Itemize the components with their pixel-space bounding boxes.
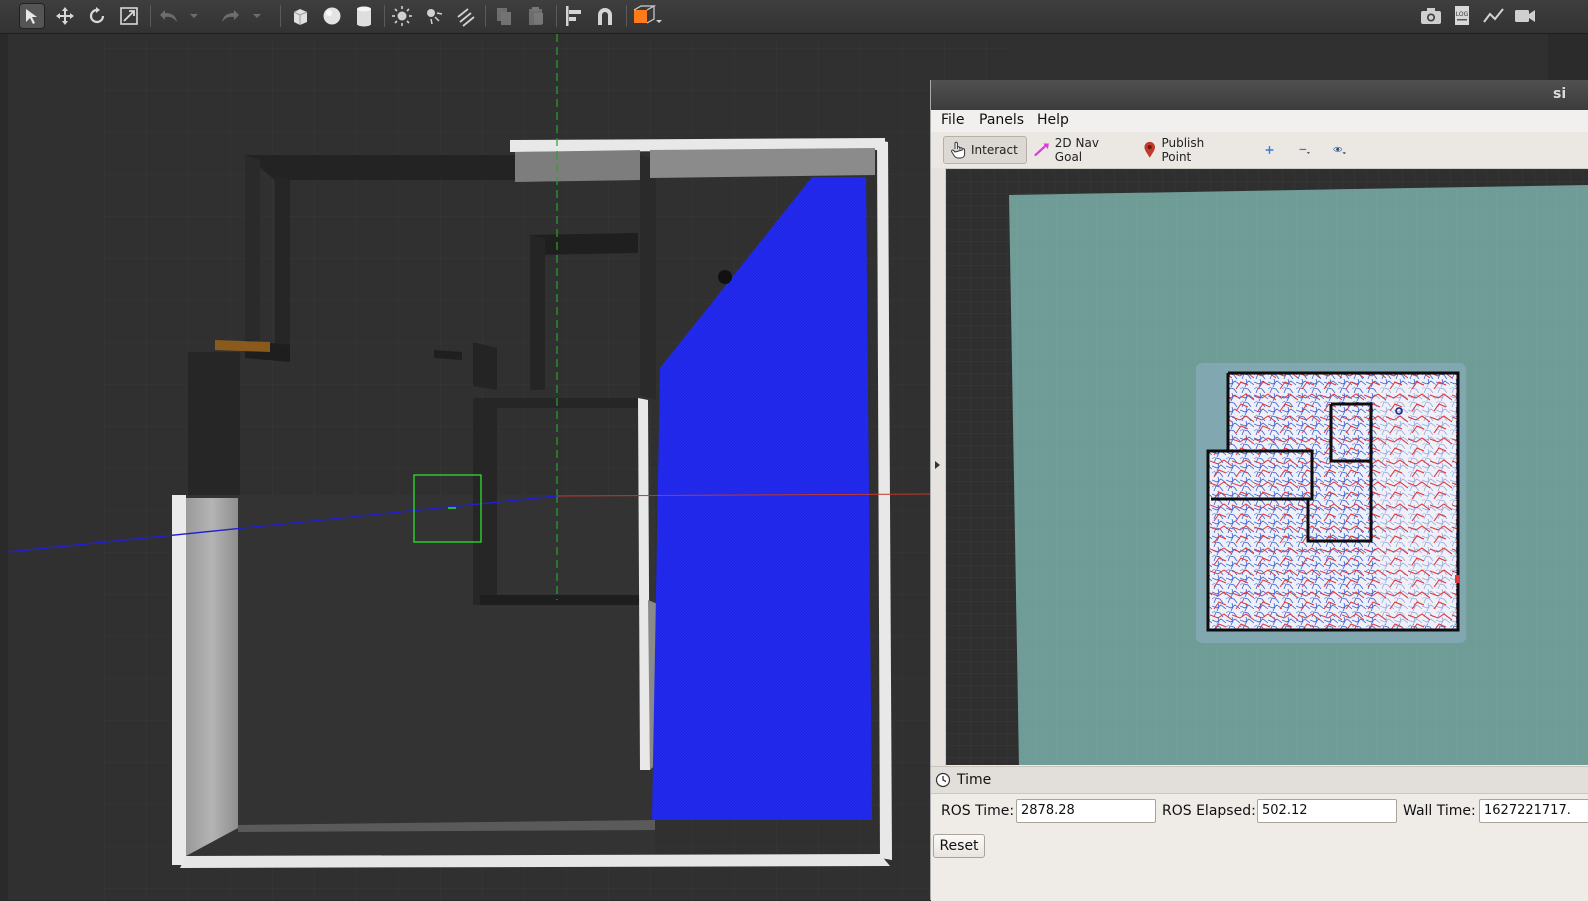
gazebo-toolbar: LOG (0, 0, 1588, 34)
translate-mode-icon[interactable] (52, 3, 78, 29)
menu-panels[interactable]: Panels (979, 112, 1024, 128)
directional-light-icon[interactable] (452, 3, 478, 29)
record-video-icon[interactable] (1512, 3, 1538, 29)
menu-help[interactable]: Help (1037, 112, 1069, 128)
hand-pointer-icon (951, 141, 966, 159)
select-mode-icon[interactable] (19, 3, 45, 29)
change-view-icon[interactable] (631, 3, 665, 29)
time-panel-header: Time (931, 767, 1588, 794)
time-panel-title: Time (957, 772, 992, 788)
spot-light-icon[interactable] (421, 3, 447, 29)
map-pin-icon (1144, 141, 1156, 158)
undo-history-chevron-icon[interactable] (186, 3, 202, 29)
ros-elapsed-field[interactable]: 502.12 (1257, 799, 1397, 823)
svg-text:LOG: LOG (1456, 11, 1469, 18)
wall-time-field[interactable]: 1627221717. (1479, 799, 1588, 823)
rviz-title-bar[interactable]: si (931, 80, 1588, 110)
wall-time-label: Wall Time: (1403, 803, 1476, 819)
rviz-map-view[interactable] (946, 169, 1588, 765)
reset-button[interactable]: Reset (933, 834, 985, 858)
tools-bar: Interact 2D Nav Goal Publish Point (931, 132, 1588, 169)
publish-point-label: Publish Point (1161, 136, 1205, 164)
snap-magnet-icon[interactable] (592, 3, 618, 29)
menu-file[interactable]: File (941, 112, 964, 128)
costmap-overlay (1208, 373, 1458, 630)
publish-point-tool-button[interactable]: Publish Point (1137, 136, 1241, 164)
ros-time-field[interactable]: 2878.28 (1016, 799, 1156, 823)
ros-time-label: ROS Time: (941, 803, 1015, 819)
cylinder-shape-icon[interactable] (351, 3, 377, 29)
plus-icon (1265, 146, 1274, 154)
remove-tool-button[interactable] (1293, 136, 1321, 164)
displays-panel-collapse-handle[interactable] (931, 168, 946, 766)
floor-plane (185, 495, 655, 860)
time-panel: Time ROS Time: 2878.28 ROS Elapsed: 502.… (931, 766, 1588, 901)
clock-icon (935, 772, 951, 788)
tool-properties-button[interactable] (1327, 136, 1357, 164)
copy-icon[interactable] (491, 3, 517, 29)
point-light-icon[interactable] (389, 3, 415, 29)
undo-icon[interactable] (156, 3, 182, 29)
minus-icon (1299, 148, 1310, 154)
align-icon[interactable] (561, 3, 587, 29)
redo-icon[interactable] (217, 3, 243, 29)
nav-goal-arrow-icon (1034, 143, 1049, 157)
menu-bar: File Panels Help (931, 110, 1588, 132)
interact-tool-button[interactable]: Interact (943, 136, 1027, 164)
gazebo-right-panel (1548, 34, 1588, 84)
2d-nav-goal-tool-button[interactable]: 2D Nav Goal (1027, 136, 1131, 164)
rviz-window: si File Panels Help Interact 2D Nav Goal… (930, 80, 1588, 901)
screenshot-camera-icon[interactable] (1418, 3, 1444, 29)
scale-mode-icon[interactable] (116, 3, 142, 29)
nav-goal-label: 2D Nav Goal (1054, 136, 1099, 164)
eye-icon (1333, 146, 1346, 155)
window-title: si (1553, 86, 1567, 102)
ros-elapsed-label: ROS Elapsed: (1162, 803, 1256, 819)
expand-chevron-icon (935, 461, 940, 469)
box-shape-icon[interactable] (287, 3, 313, 29)
redo-history-chevron-icon[interactable] (249, 3, 265, 29)
log-icon[interactable]: LOG (1449, 3, 1475, 29)
paste-icon[interactable] (523, 3, 549, 29)
plot-icon[interactable] (1481, 3, 1507, 29)
interact-label: Interact (971, 143, 1018, 157)
rotate-mode-icon[interactable] (84, 3, 110, 29)
goal-marker (1455, 575, 1460, 583)
add-tool-button[interactable] (1259, 136, 1285, 164)
robot-sensor (718, 270, 732, 284)
sphere-shape-icon[interactable] (319, 3, 345, 29)
